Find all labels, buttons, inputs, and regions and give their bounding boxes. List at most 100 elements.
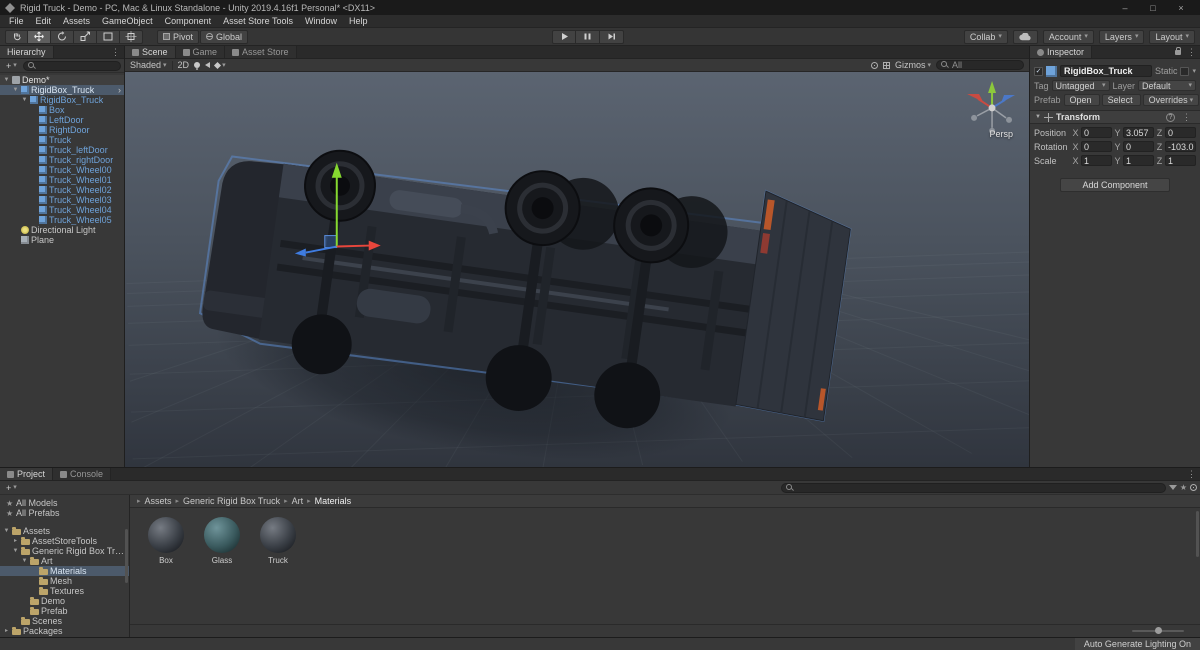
transform-tool-button[interactable] — [120, 29, 143, 44]
audio-toggle[interactable] — [205, 62, 211, 68]
y-value-field[interactable]: 3.057 — [1123, 127, 1154, 138]
hierarchy-item[interactable]: Truck_Wheel05 — [0, 215, 124, 225]
search-by-type-button[interactable] — [1168, 485, 1177, 490]
prefab-action-button[interactable]: Open — [1063, 94, 1100, 106]
auto-generate-lighting-button[interactable]: Auto Generate Lighting On — [1074, 638, 1200, 650]
object-name-field[interactable]: RigidBox_Truck — [1060, 65, 1152, 77]
global-toggle[interactable]: Global — [200, 29, 249, 44]
hierarchy-item[interactable]: Truck_Wheel02 — [0, 185, 124, 195]
asset-item[interactable]: Box — [144, 517, 188, 565]
step-button[interactable] — [600, 29, 624, 44]
breadcrumb-item[interactable]: ▸ Assets — [137, 496, 172, 506]
scale-tool-button[interactable] — [74, 29, 97, 44]
x-value-field[interactable]: 0 — [1081, 141, 1112, 152]
asset-item[interactable]: Truck — [256, 517, 300, 565]
expand-arrow-icon[interactable]: ▼ — [3, 75, 10, 85]
hierarchy-tab[interactable]: Hierarchy — [0, 46, 54, 58]
menu-item[interactable]: File — [3, 16, 30, 26]
grid-settings-button[interactable] — [882, 61, 890, 69]
hierarchy-item[interactable]: Truck — [0, 135, 124, 145]
create-asset-button[interactable]: + ▾ — [3, 483, 20, 493]
hierarchy-item[interactable]: ▼ RigidBox_Truck › — [0, 85, 124, 95]
folder-item[interactable]: Demo — [0, 596, 129, 606]
lighting-toggle[interactable] — [194, 62, 201, 70]
rect-tool-button[interactable] — [97, 29, 120, 44]
x-value-field[interactable]: 1 — [1081, 155, 1112, 166]
maximize-button[interactable]: □ — [1139, 3, 1167, 13]
gizmos-dropdown[interactable]: Gizmos ▾ — [895, 60, 931, 70]
static-dropdown-icon[interactable]: ▾ — [1192, 68, 1196, 75]
component-menu-icon[interactable]: ⋮ — [1178, 112, 1195, 123]
play-button[interactable] — [552, 29, 576, 44]
static-checkbox[interactable] — [1180, 66, 1190, 76]
folder-item[interactable]: ▼ Assets — [0, 526, 129, 536]
collab-dropdown[interactable]: Collab ▾ — [963, 29, 1008, 44]
menu-item[interactable]: Asset Store Tools — [217, 16, 299, 26]
folder-item[interactable]: Textures — [0, 586, 129, 596]
hierarchy-item[interactable]: Truck_Wheel03 — [0, 195, 124, 205]
view-tab[interactable]: Asset Store — [225, 46, 297, 58]
transform-component-header[interactable]: ▼ Transform ? ⋮ — [1030, 110, 1200, 124]
expand-arrow-icon[interactable]: ▼ — [12, 546, 19, 556]
menu-item[interactable]: Assets — [57, 16, 96, 26]
create-object-button[interactable]: + ▾ — [3, 61, 20, 71]
layer-dropdown[interactable]: Default ▾ — [1138, 80, 1196, 91]
hierarchy-item[interactable]: Box — [0, 105, 124, 115]
folder-item[interactable]: ▸ AssetStoreTools — [0, 536, 129, 546]
pivot-toggle[interactable]: Pivot — [157, 29, 200, 44]
expand-arrow-icon[interactable]: ▼ — [3, 526, 10, 536]
pause-button[interactable] — [576, 29, 600, 44]
panel-menu-icon[interactable]: ⋮ — [1183, 468, 1200, 480]
hierarchy-item[interactable]: RightDoor — [0, 125, 124, 135]
panel-tab[interactable]: Console — [53, 468, 112, 480]
hierarchy-item[interactable]: Plane — [0, 235, 124, 245]
minimize-button[interactable]: – — [1111, 3, 1139, 13]
tree-scrollbar[interactable] — [125, 529, 128, 583]
lock-icon[interactable] — [1175, 47, 1181, 55]
thumbnail-zoom-slider[interactable] — [1132, 627, 1184, 634]
favorite-item[interactable]: All Prefabs — [0, 508, 129, 518]
hierarchy-item[interactable]: ▼ RigidBox_Truck — [0, 95, 124, 105]
favorites-button[interactable]: ★ — [1180, 483, 1187, 492]
expand-arrow-icon[interactable]: ▼ — [21, 556, 28, 566]
breadcrumb-item[interactable]: ▸ Generic Rigid Box Truck — [176, 496, 281, 506]
layout-dropdown[interactable]: Layout ▾ — [1149, 29, 1195, 44]
folder-item[interactable]: Prefab — [0, 606, 129, 616]
expand-arrow-icon[interactable]: ▼ — [21, 95, 28, 105]
expand-arrow-icon[interactable]: ▸ — [12, 536, 19, 546]
help-icon[interactable]: ? — [1166, 112, 1175, 122]
active-checkbox[interactable]: ✓ — [1034, 66, 1043, 76]
2d-toggle[interactable]: 2D — [178, 60, 190, 70]
expand-arrow-icon[interactable]: ▼ — [12, 85, 19, 95]
account-dropdown[interactable]: Account ▾ — [1042, 29, 1094, 44]
tag-dropdown[interactable]: Untagged ▾ — [1051, 80, 1110, 91]
folder-item[interactable]: Mesh — [0, 576, 129, 586]
expand-arrow-icon[interactable]: ▸ — [3, 626, 10, 636]
prefab-nav-icon[interactable]: › — [118, 85, 124, 95]
hierarchy-item[interactable]: Truck_rightDoor — [0, 155, 124, 165]
hierarchy-item[interactable]: Directional Light — [0, 225, 124, 235]
rotate-tool-button[interactable] — [51, 29, 74, 44]
project-search-input[interactable] — [780, 482, 1166, 493]
breadcrumb-item[interactable]: ▸ Art — [284, 496, 303, 506]
menu-item[interactable]: Component — [159, 16, 218, 26]
effects-dropdown[interactable]: ▾ — [214, 61, 226, 69]
asset-item[interactable]: Glass — [200, 517, 244, 565]
hierarchy-item[interactable]: ▼ Demo* — [0, 75, 124, 85]
y-value-field[interactable]: 0 — [1123, 141, 1154, 152]
projection-label[interactable]: Persp — [989, 129, 1013, 139]
hierarchy-item[interactable]: Truck_Wheel04 — [0, 205, 124, 215]
view-tab[interactable]: Scene — [125, 46, 176, 58]
folder-item[interactable]: ▸ Packages — [0, 626, 129, 636]
hierarchy-item[interactable]: Truck_leftDoor — [0, 145, 124, 155]
hidden-packages-button[interactable] — [1190, 484, 1197, 491]
scene-search-input[interactable]: All — [936, 60, 1024, 70]
z-value-field[interactable]: 1 — [1165, 155, 1196, 166]
prefab-action-button[interactable]: Overrides ▾ — [1142, 94, 1200, 106]
folder-item[interactable]: Scenes — [0, 616, 129, 626]
menu-item[interactable]: Help — [343, 16, 374, 26]
folder-item[interactable]: Materials — [0, 566, 129, 576]
folder-item[interactable]: ▼ Generic Rigid Box Truck — [0, 546, 129, 556]
view-tab[interactable]: Game — [175, 46, 226, 58]
hierarchy-search-input[interactable] — [22, 60, 121, 71]
